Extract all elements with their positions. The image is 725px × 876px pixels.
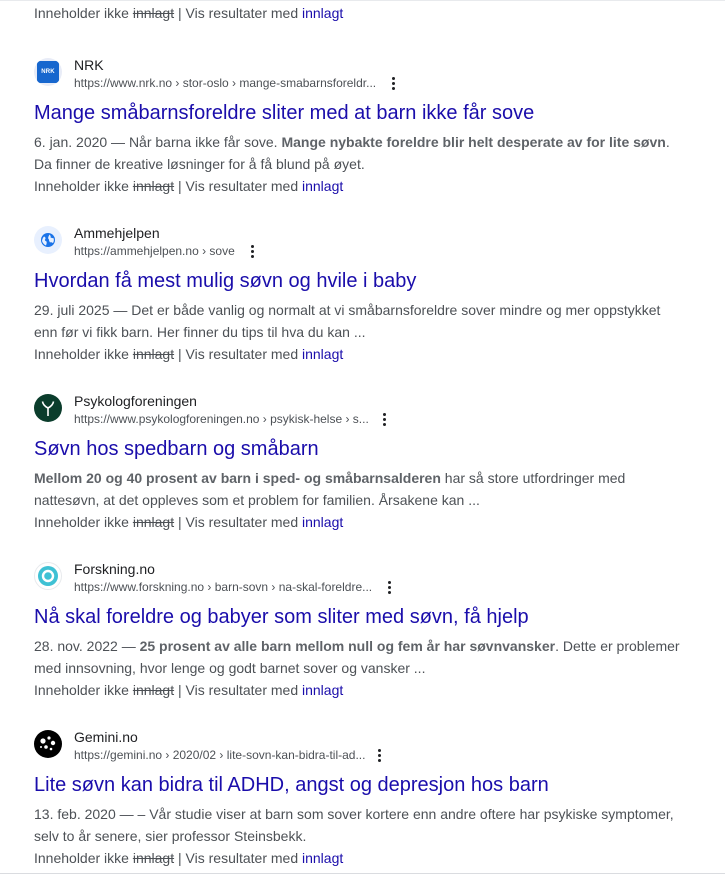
excluded-term: innlagt: [132, 346, 175, 362]
show-results-label: Vis resultater med: [185, 514, 299, 530]
contains-not-label: Inneholder ikke: [34, 850, 129, 866]
search-result: Psykologforeningen https://www.psykologf…: [34, 392, 694, 533]
result-title-link[interactable]: Hvordan få mest mulig søvn og hvile i ba…: [34, 268, 694, 294]
separator: |: [178, 850, 182, 866]
site-url: https://ammehjelpen.no › sove: [74, 244, 235, 258]
site-url: https://gemini.no › 2020/02 › lite-sovn-…: [74, 748, 366, 762]
related-searches-line: Inneholder ikke innlagt | Vis resultater…: [34, 511, 694, 533]
site-info[interactable]: Forskning.no https://www.forskning.no › …: [34, 560, 694, 600]
snippet-text: 28. nov. 2022 —: [34, 638, 140, 654]
separator: |: [178, 5, 182, 21]
more-options-icon[interactable]: [381, 577, 397, 597]
snippet-highlight: Mellom 20 og 40 prosent av barn i sped- …: [34, 470, 441, 486]
result-snippet: Mellom 20 og 40 prosent av barn i sped- …: [34, 467, 694, 511]
forskning-logo-icon: [34, 562, 62, 590]
nrk-logo-icon: NRK: [34, 58, 62, 86]
show-results-link[interactable]: innlagt: [302, 850, 343, 866]
more-options-icon[interactable]: [371, 745, 387, 765]
separator: |: [178, 178, 182, 194]
show-results-link[interactable]: innlagt: [302, 514, 343, 530]
contains-not-label: Inneholder ikke: [34, 5, 129, 21]
search-result: Forskning.no https://www.forskning.no › …: [34, 560, 694, 701]
search-result: Gemini.no https://gemini.no › 2020/02 › …: [34, 728, 694, 869]
show-results-label: Vis resultater med: [185, 178, 299, 194]
snippet-highlight: 25 prosent av alle barn mellom null og f…: [139, 638, 556, 654]
snippet-highlight: Mange nybakte foreldre blir helt despera…: [281, 134, 666, 150]
more-options-icon[interactable]: [385, 73, 401, 93]
excluded-term: innlagt: [132, 682, 175, 698]
site-name: Ammehjelpen: [74, 225, 160, 241]
show-results-label: Vis resultater med: [185, 682, 299, 698]
related-searches-line: Inneholder ikke innlagt | Vis resultater…: [34, 175, 694, 197]
site-url: https://www.forskning.no › barn-sovn › n…: [74, 580, 373, 594]
site-info[interactable]: Gemini.no https://gemini.no › 2020/02 › …: [34, 728, 694, 768]
contains-not-label: Inneholder ikke: [34, 178, 129, 194]
related-searches-line: Inneholder ikke innlagt | Vis resultater…: [34, 847, 694, 869]
show-results-link[interactable]: innlagt: [302, 5, 343, 21]
separator: |: [178, 682, 182, 698]
site-info[interactable]: NRK NRK https://www.nrk.no › stor-oslo ›…: [34, 56, 694, 96]
contains-not-label: Inneholder ikke: [34, 346, 129, 362]
snippet-text-after: har så store utfordringer med: [440, 470, 626, 486]
excluded-term: innlagt: [132, 514, 175, 530]
snippet-text: 6. jan. 2020 — Når barna ikke får sove.: [34, 134, 282, 150]
snippet-line-2: med innsovning, hvor lenge og godt barne…: [34, 660, 426, 676]
site-name: NRK: [74, 57, 104, 73]
more-options-icon[interactable]: [376, 409, 392, 429]
result-snippet: 6. jan. 2020 — Når barna ikke får sove. …: [34, 131, 694, 175]
site-name: Gemini.no: [74, 729, 138, 745]
show-results-label: Vis resultater med: [185, 5, 299, 21]
show-results-label: Vis resultater med: [185, 850, 299, 866]
site-info[interactable]: Ammehjelpen https://ammehjelpen.no › sov…: [34, 224, 694, 264]
separator: |: [178, 514, 182, 530]
top-divider: [0, 0, 725, 1]
top-related-searches-line: Inneholder ikke innlagt | Vis resultater…: [34, 3, 343, 23]
show-results-link[interactable]: innlagt: [302, 682, 343, 698]
excluded-term: innlagt: [132, 850, 175, 866]
separator: |: [178, 346, 182, 362]
result-title-link[interactable]: Mange småbarnsforeldre sliter med at bar…: [34, 100, 694, 126]
globe-icon: [34, 226, 62, 254]
more-options-icon[interactable]: [244, 241, 260, 261]
snippet-text-after: .: [665, 134, 670, 150]
snippet-text-after: . Dette er problemer: [555, 638, 680, 654]
show-results-label: Vis resultater med: [185, 346, 299, 362]
excluded-term: innlagt: [132, 178, 175, 194]
contains-not-label: Inneholder ikke: [34, 514, 129, 530]
bottom-divider: [0, 873, 725, 874]
search-result: Ammehjelpen https://ammehjelpen.no › sov…: [34, 224, 694, 365]
related-searches-line: Inneholder ikke innlagt | Vis resultater…: [34, 343, 694, 365]
contains-not-label: Inneholder ikke: [34, 682, 129, 698]
result-snippet: 13. feb. 2020 — – Vår studie viser at ba…: [34, 803, 694, 847]
site-url: https://www.psykologforeningen.no › psyk…: [74, 412, 369, 426]
result-title-link[interactable]: Søvn hos spedbarn og småbarn: [34, 436, 694, 462]
snippet-line-2: Da finner de kreative løsninger for å få…: [34, 156, 365, 172]
result-snippet: 29. juli 2025 — Det er både vanlig og no…: [34, 299, 694, 343]
show-results-link[interactable]: innlagt: [302, 346, 343, 362]
site-name: Forskning.no: [74, 561, 155, 577]
snippet-text: 13. feb. 2020 — – Vår studie viser at ba…: [34, 806, 674, 822]
result-snippet: 28. nov. 2022 — 25 prosent av alle barn …: [34, 635, 694, 679]
nrk-logo-text: NRK: [41, 69, 55, 75]
result-title-link[interactable]: Lite søvn kan bidra til ADHD, angst og d…: [34, 772, 694, 798]
show-results-link[interactable]: innlagt: [302, 178, 343, 194]
snippet-line-2: nattesøvn, at det oppleves som et proble…: [34, 492, 480, 508]
snippet-line-2: enn før vi fikk barn. Her finner du tips…: [34, 324, 366, 340]
snippet-line-2: selv to år senere, sier professor Steins…: [34, 828, 307, 844]
gemini-logo-icon: [34, 730, 62, 758]
site-url: https://www.nrk.no › stor-oslo › mange-s…: [74, 76, 377, 90]
site-name: Psykologforeningen: [74, 393, 197, 409]
snippet-text: 29. juli 2025 — Det er både vanlig og no…: [34, 302, 661, 318]
search-result: NRK NRK https://www.nrk.no › stor-oslo ›…: [34, 56, 694, 197]
psykologforeningen-logo-icon: [34, 394, 62, 422]
excluded-term: innlagt: [132, 5, 175, 21]
site-info[interactable]: Psykologforeningen https://www.psykologf…: [34, 392, 694, 432]
result-title-link[interactable]: Nå skal foreldre og babyer som sliter me…: [34, 604, 694, 630]
related-searches-line: Inneholder ikke innlagt | Vis resultater…: [34, 679, 694, 701]
